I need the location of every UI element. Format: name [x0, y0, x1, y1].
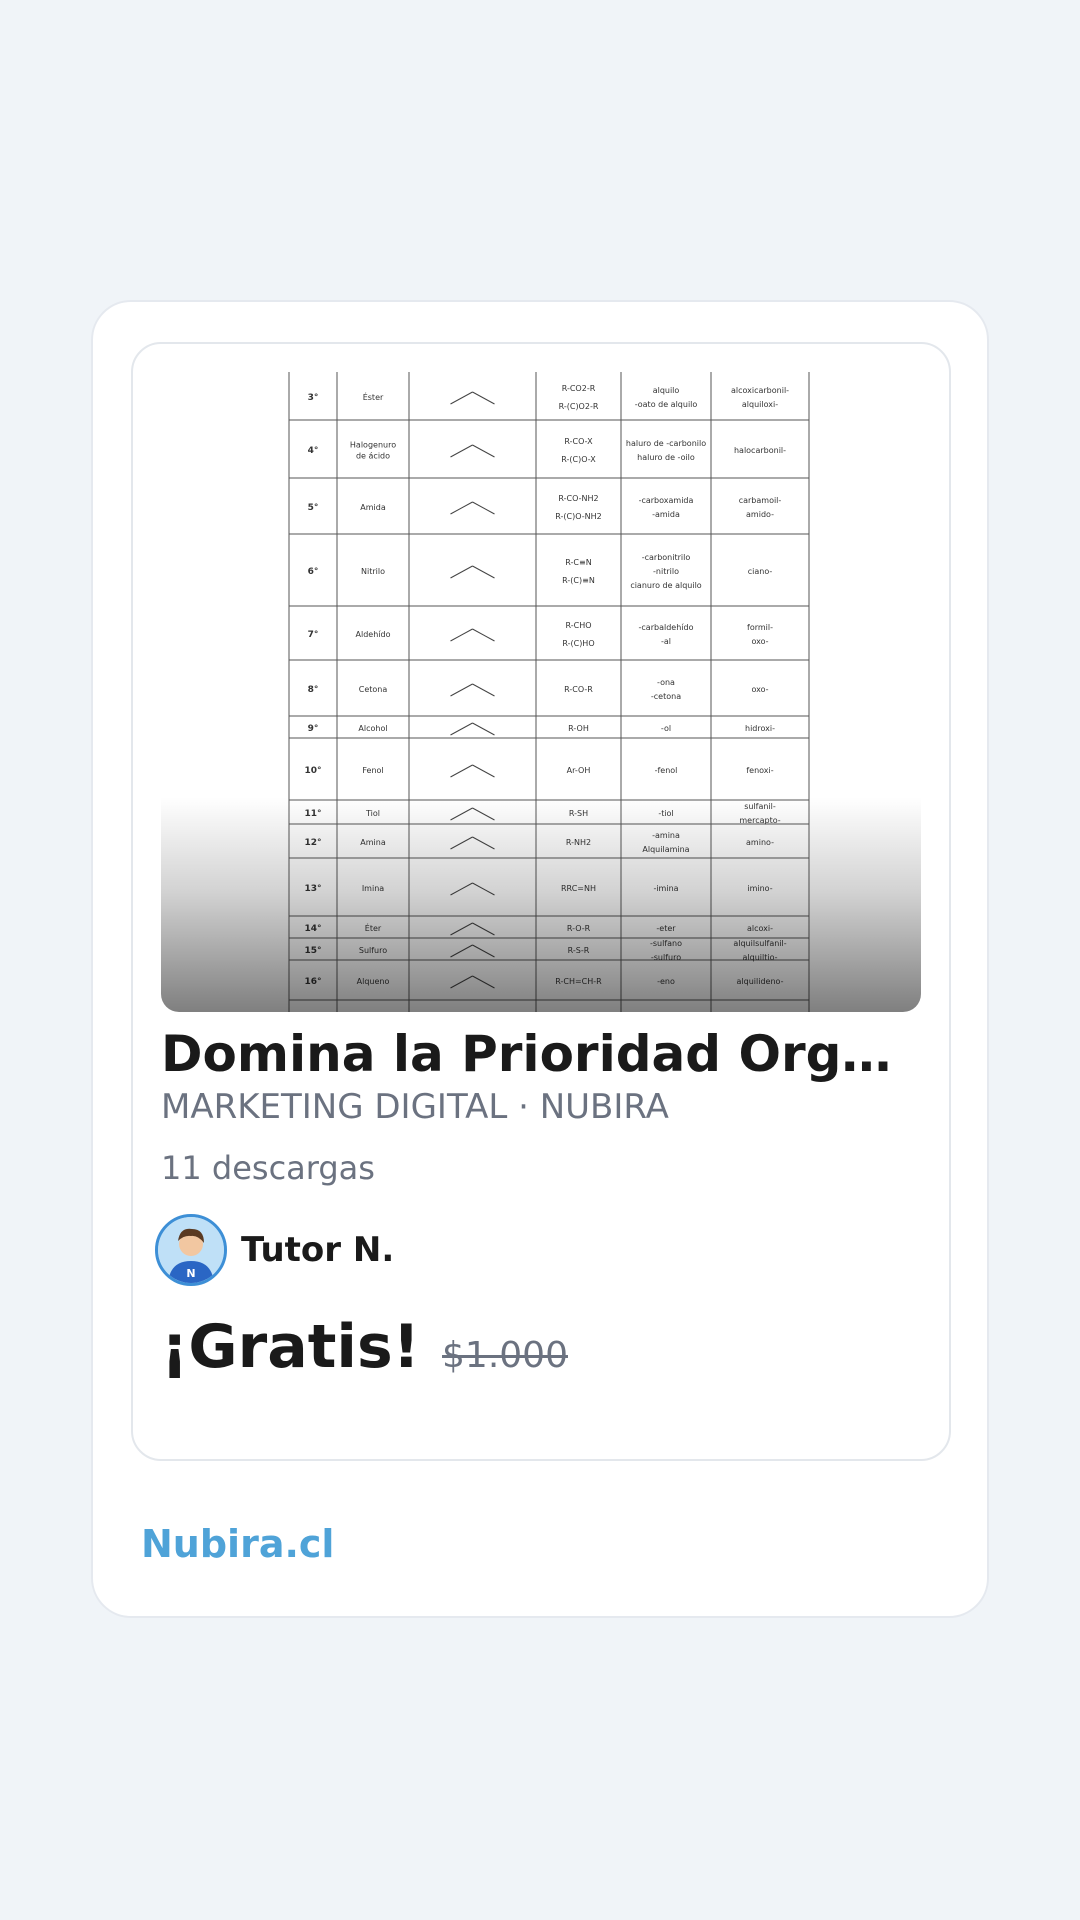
table-cell-prefix: ciano-	[748, 567, 773, 576]
svg-text:N: N	[186, 1267, 195, 1280]
thumbnail-fade-overlay	[161, 797, 921, 1012]
table-cell-prefix: oxo-	[751, 685, 768, 694]
structure-bond	[450, 391, 473, 405]
structure-bond	[472, 683, 495, 697]
structure-bond	[472, 565, 495, 579]
product-card[interactable]: 3° Éster R-CO2-R R-(C)O2-R alquilo -oato de a…	[131, 342, 951, 1461]
structure-bond	[472, 501, 495, 515]
table-cell-order: 3°	[308, 393, 319, 403]
product-share-card: 3° Éster R-CO2-R R-(C)O2-R alquilo -oato de a…	[91, 300, 989, 1618]
structure-bond	[450, 628, 473, 642]
table-cell-name: Halogenuro	[350, 441, 396, 450]
table-cell-suffix: -cetona	[651, 692, 681, 701]
download-count: 11 descargas	[161, 1149, 375, 1187]
table-cell-prefix: amido-	[746, 510, 774, 519]
table-cell-suffix: haluro de -carbonilo	[626, 439, 706, 448]
table-cell-order: 8°	[308, 685, 319, 695]
table-cell-order: 5°	[308, 503, 319, 513]
table-cell-prefix: alcoxicarbonil-	[731, 386, 789, 395]
structure-bond	[450, 683, 473, 697]
table-cell-formula: R-(C)O-NH2	[555, 512, 601, 521]
structure-bond	[472, 444, 495, 458]
table-cell-formula: R-CO2-R	[562, 384, 596, 393]
structure-bond	[472, 764, 495, 778]
table-cell-prefix: hidroxi-	[745, 724, 775, 733]
table-cell-formula: R-C≡N	[565, 558, 591, 567]
table-cell-name: Nitrilo	[361, 567, 385, 576]
tutor-avatar-icon: N	[155, 1214, 227, 1286]
original-price: $1.000	[442, 1335, 568, 1376]
table-cell-formula: R-(C)O2-R	[559, 402, 599, 411]
table-cell-name: Éster	[363, 391, 384, 402]
brand-link[interactable]: Nubira.cl	[141, 1522, 334, 1566]
author-name[interactable]: Tutor N.	[241, 1230, 394, 1270]
author-row[interactable]: N Tutor N.	[155, 1212, 394, 1288]
table-cell-suffix: -carbonitrilo	[642, 553, 691, 562]
structure-bond	[450, 722, 473, 736]
table-cell-suffix: haluro de -oilo	[637, 453, 695, 462]
structure-bond	[450, 764, 473, 778]
table-cell-suffix: -oato de alquilo	[635, 400, 698, 409]
table-cell-prefix: halocarbonil-	[734, 446, 786, 455]
price-row: ¡Gratis! $1.000	[161, 1312, 568, 1382]
table-cell-formula: Ar-OH	[567, 766, 591, 775]
structure-bond	[472, 628, 495, 642]
table-cell-suffix: -carbaldehído	[639, 623, 694, 632]
table-cell-formula: R-CO-X	[564, 437, 593, 446]
product-title[interactable]: Domina la Prioridad Orgánica...	[161, 1022, 923, 1086]
structure-bond	[450, 501, 473, 515]
table-cell-suffix: -amida	[652, 510, 680, 519]
table-cell-formula: R-(C)HO	[562, 639, 594, 648]
structure-bond	[472, 722, 495, 736]
structure-bond	[450, 444, 473, 458]
table-cell-suffix: -al	[661, 637, 671, 646]
table-cell-formula: R-CHO	[565, 621, 591, 630]
table-cell-suffix: -carboxamida	[639, 496, 694, 505]
table-cell-formula: R-CO-NH2	[558, 494, 598, 503]
table-cell-suffix: -ol	[661, 724, 671, 733]
table-cell-suffix: -nitrilo	[653, 567, 679, 576]
table-cell-prefix: alquiloxi-	[742, 400, 778, 409]
structure-bond	[450, 565, 473, 579]
table-cell-formula: R-(C)≡N	[562, 576, 595, 585]
table-cell-order: 4°	[308, 446, 319, 456]
table-cell-name: de ácido	[356, 452, 390, 461]
structure-bond	[472, 391, 495, 405]
table-cell-formula: R-(C)O-X	[561, 455, 596, 464]
table-cell-prefix: fenoxi-	[746, 766, 773, 775]
table-cell-prefix: oxo-	[751, 637, 768, 646]
table-cell-name: Fenol	[362, 766, 383, 775]
table-cell-name: Cetona	[359, 685, 388, 694]
table-cell-prefix: carbamoil-	[739, 496, 782, 505]
product-category: MARKETING DIGITAL · NUBIRA	[161, 1087, 669, 1127]
product-thumbnail[interactable]: 3° Éster R-CO2-R R-(C)O2-R alquilo -oato de a…	[161, 372, 921, 1012]
table-cell-suffix: -fenol	[655, 766, 678, 775]
table-cell-order: 7°	[308, 630, 319, 640]
table-cell-formula: R-CO-R	[564, 685, 593, 694]
table-cell-order: 10°	[304, 766, 321, 776]
table-cell-suffix: alquilo	[653, 386, 680, 395]
table-cell-name: Alcohol	[358, 724, 387, 733]
table-cell-suffix: -ona	[657, 678, 675, 687]
table-cell-suffix: cianuro de alquilo	[630, 581, 701, 590]
table-cell-name: Amida	[360, 503, 386, 512]
table-cell-name: Aldehído	[356, 630, 391, 639]
table-cell-prefix: formil-	[747, 623, 773, 632]
table-cell-order: 9°	[308, 724, 319, 734]
table-cell-formula: R-OH	[568, 724, 589, 733]
table-cell-order: 6°	[308, 567, 319, 577]
current-price: ¡Gratis!	[161, 1312, 421, 1382]
